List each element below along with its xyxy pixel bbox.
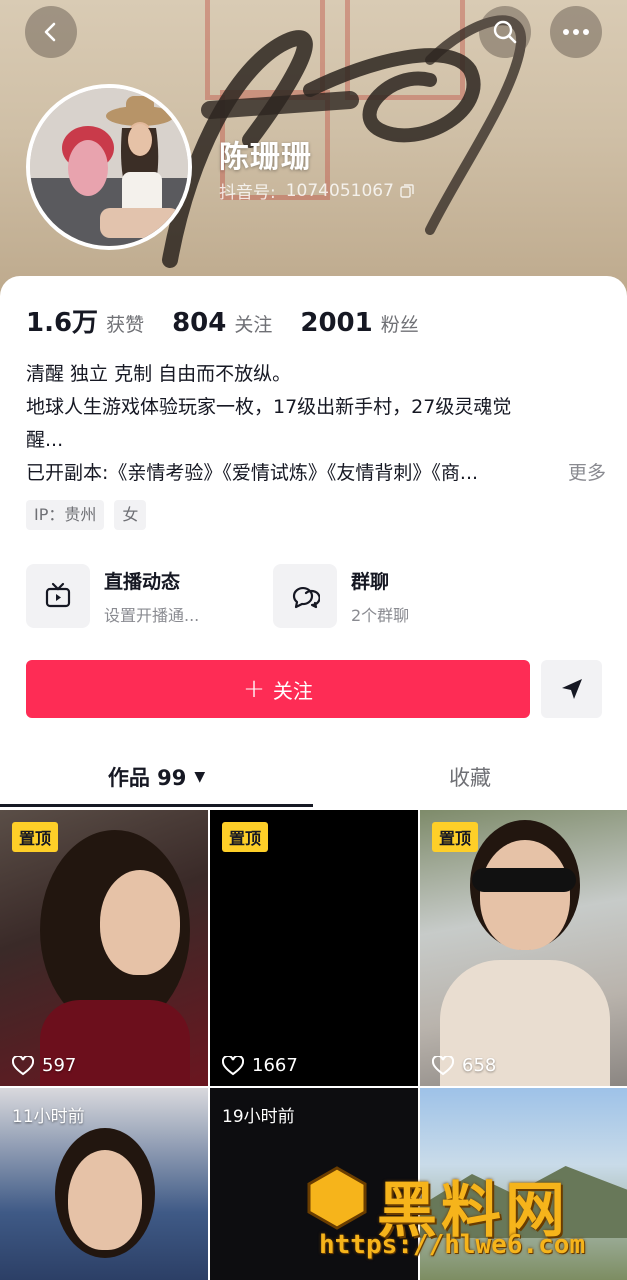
follow-button[interactable]: + 关注 — [26, 660, 530, 718]
heart-icon — [222, 1055, 244, 1075]
tv-icon-wrap — [26, 564, 90, 628]
stat-followers[interactable]: 2001 粉丝 — [300, 308, 418, 338]
tab-indicator — [0, 804, 313, 807]
more-button[interactable] — [550, 6, 602, 58]
pinned-badge: 置顶 — [12, 822, 59, 852]
like-count-value: 658 — [462, 1055, 497, 1076]
stat-label: 关注 — [234, 314, 273, 336]
live-updates-title: 直播动态 — [104, 570, 181, 593]
stat-value: 1.6万 — [26, 308, 99, 338]
video-thumbnail[interactable]: 置顶 1667 — [210, 810, 418, 1086]
photo-face — [68, 1150, 142, 1250]
content-tabs: 作品 99 ▼ 收藏 — [0, 746, 627, 808]
copy-icon[interactable] — [400, 183, 414, 198]
tab-works[interactable]: 作品 99 ▼ — [0, 746, 313, 808]
pinned-badge: 置顶 — [432, 822, 479, 852]
bio-line: 地球人生游戏体验玩家一枚，17级出新手村，27级灵魂觉 — [26, 396, 512, 418]
profile-sheet: 1.6万 获赞 804 关注 2001 粉丝 清醒 独立 克制 自由而不放纵。 … — [0, 276, 627, 1280]
like-count: 597 — [12, 1055, 76, 1076]
stat-value: 804 — [172, 308, 227, 338]
stats-row: 1.6万 获赞 804 关注 2001 粉丝 — [26, 302, 447, 339]
chat-icon-wrap — [273, 564, 337, 628]
tab-favorites[interactable]: 收藏 — [313, 746, 627, 808]
post-time: 11小时前 — [12, 1107, 85, 1127]
stat-value: 2001 — [300, 308, 373, 338]
video-thumbnail[interactable]: 置顶 658 — [420, 810, 627, 1086]
bio-line: 清醒 独立 克制 自由而不放纵。 — [26, 363, 292, 385]
bio-line: 已开副本:《亲情考验》《爱情试炼》《友情背刺》《商... 更多 — [26, 457, 606, 490]
bio-line-text: 已开副本:《亲情考验》《爱情试炼》《友情背刺》《商... — [26, 462, 479, 484]
bio-line: 醒... — [26, 429, 64, 451]
stat-label: 粉丝 — [380, 314, 419, 336]
watermark-logo — [307, 1166, 367, 1230]
profile-cover: 陈珊珊 抖音号: 1074051067 — [0, 0, 627, 300]
stat-following[interactable]: 804 关注 — [172, 308, 272, 338]
live-updates-subtitle: 设置开播通... — [104, 605, 200, 625]
tv-icon — [45, 582, 71, 608]
caret-down-icon: ▼ — [194, 769, 206, 785]
ip-location-tag: IP：贵州 — [26, 500, 105, 530]
group-chat-icon — [292, 586, 320, 609]
photo-face — [480, 840, 570, 950]
more-dots-icon — [563, 29, 589, 35]
video-thumbnail[interactable]: 置顶 597 — [0, 810, 208, 1086]
group-chat-subtitle: 2个群聊 — [351, 605, 410, 625]
photo-face — [100, 870, 180, 975]
send-message-button[interactable] — [541, 660, 602, 718]
like-count-value: 1667 — [252, 1055, 298, 1076]
douyin-id-label: 抖音号: — [219, 183, 276, 203]
chevron-left-icon — [44, 22, 56, 42]
search-button[interactable] — [479, 6, 531, 58]
tab-favorites-label: 收藏 — [449, 766, 491, 790]
stat-label: 获赞 — [106, 314, 145, 336]
douyin-id[interactable]: 抖音号: 1074051067 — [219, 178, 414, 203]
group-chat-title: 群聊 — [351, 570, 390, 593]
heart-icon — [432, 1055, 454, 1075]
nickname: 陈珊珊 — [219, 140, 312, 175]
like-count: 1667 — [222, 1055, 298, 1076]
live-updates-entry[interactable]: 直播动态 设置开播通... — [26, 564, 199, 628]
bio-more-link[interactable]: 更多 — [568, 457, 606, 490]
tab-works-label: 作品 99 — [107, 766, 187, 790]
watermark: 黑料网 https://hlwe6.com — [305, 1162, 615, 1272]
paper-plane-icon — [561, 679, 582, 699]
gender-tag: 女 — [114, 500, 147, 530]
heart-icon — [12, 1055, 34, 1075]
follow-button-label: 关注 — [272, 678, 313, 703]
search-icon — [493, 20, 517, 44]
sunglasses-icon — [472, 868, 576, 892]
avatar[interactable] — [26, 84, 192, 250]
group-chat-entry[interactable]: 群聊 2个群聊 — [273, 564, 409, 628]
watermark-url: https://hlwe6.com — [319, 1230, 586, 1260]
stat-likes[interactable]: 1.6万 获赞 — [26, 302, 144, 339]
back-button[interactable] — [25, 6, 77, 58]
plus-icon: + — [243, 674, 265, 704]
profile-tags: IP：贵州 女 — [26, 500, 147, 530]
pinned-badge: 置顶 — [222, 822, 269, 852]
douyin-id-value: 1074051067 — [285, 180, 394, 201]
avatar-photo — [30, 88, 188, 246]
like-count-value: 597 — [42, 1055, 77, 1076]
like-count: 658 — [432, 1055, 496, 1076]
bio: 清醒 独立 克制 自由而不放纵。 地球人生游戏体验玩家一枚，17级出新手村，27… — [26, 358, 606, 490]
post-time: 19小时前 — [222, 1107, 295, 1127]
video-thumbnail[interactable]: 11小时前 — [0, 1088, 208, 1280]
